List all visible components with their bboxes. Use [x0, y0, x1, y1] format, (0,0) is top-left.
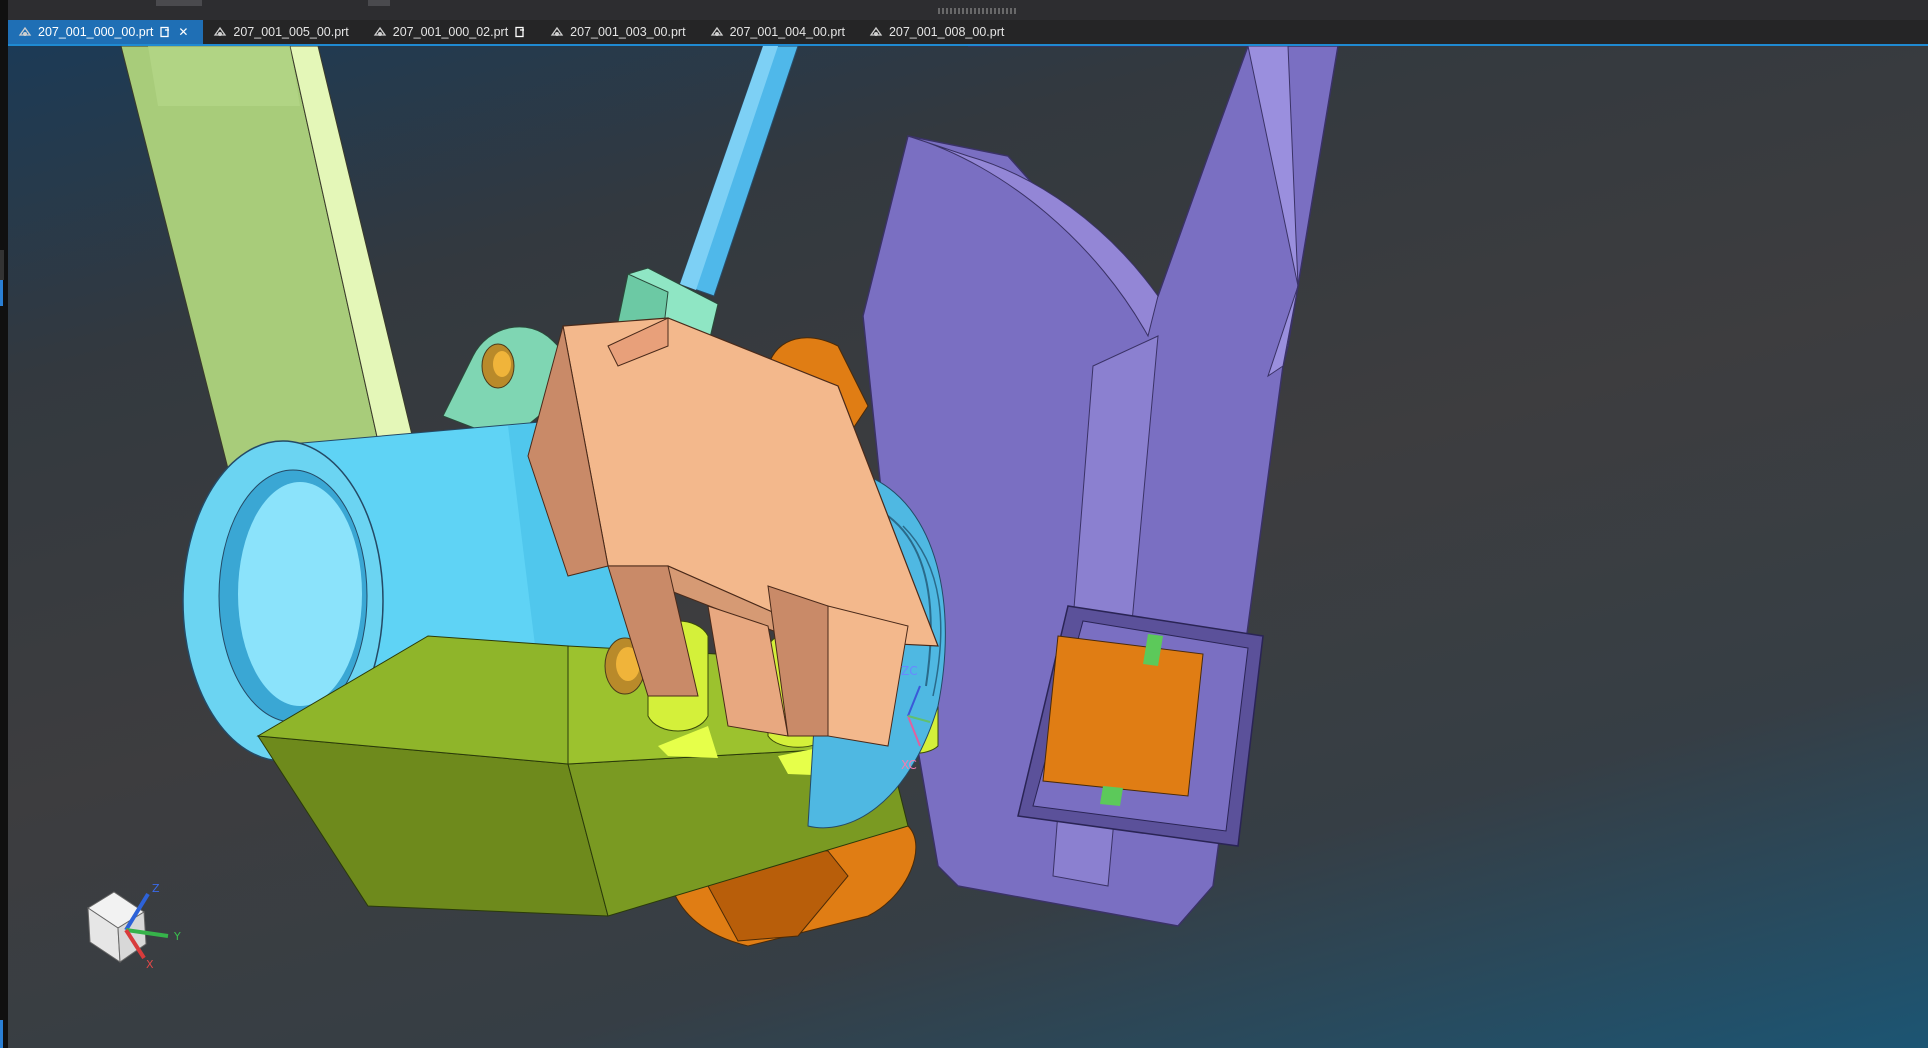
part-file-icon — [18, 26, 32, 36]
save-pending-icon — [159, 26, 171, 38]
toolbar-stub — [156, 0, 202, 6]
document-tab[interactable]: 207_001_004_00.prt — [700, 20, 859, 44]
part-file-icon — [550, 26, 564, 36]
document-tab[interactable]: 207_001_000_02.prt — [363, 20, 540, 44]
close-icon[interactable]: ✕ — [177, 26, 189, 38]
part-file-icon — [373, 26, 387, 36]
wcs-zc-label: ZC — [901, 664, 918, 678]
cad-window: 207_001_000_00.prt ✕ 207_001_005_00.prt 207… — [0, 0, 1928, 1048]
edge-marker — [0, 1020, 3, 1048]
tab-label: 207_001_004_00.prt — [729, 25, 845, 39]
part-file-icon — [869, 26, 883, 36]
blue-rod[interactable] — [679, 46, 799, 297]
view-orientation-triad[interactable]: Z Y X — [68, 854, 198, 994]
assembly-model[interactable] — [8, 46, 1928, 1048]
triad-z-label: Z — [152, 882, 160, 895]
save-pending-icon — [514, 26, 526, 38]
toolbar-stub — [368, 0, 390, 6]
triad-y-label: Y — [173, 930, 181, 943]
document-tab[interactable]: 207_001_005_00.prt — [203, 20, 362, 44]
purple-bracket[interactable] — [862, 46, 1339, 927]
document-tab[interactable]: 207_001_003_00.prt — [540, 20, 699, 44]
graphics-viewport[interactable]: ZC XC Z Y X — [8, 46, 1928, 1048]
left-edge-strip — [0, 0, 8, 1048]
document-tab[interactable]: 207_001_000_00.prt ✕ — [8, 20, 204, 44]
wcs-xc-label: XC — [901, 758, 917, 772]
tab-label: 207_001_008_00.prt — [888, 25, 1005, 39]
document-tab-strip: 207_001_000_00.prt ✕ 207_001_005_00.prt 207… — [8, 20, 1928, 46]
tab-label: 207_001_003_00.prt — [570, 25, 686, 39]
tab-label: 207_001_000_00.prt — [38, 25, 154, 39]
tab-label: 207_001_005_00.prt — [233, 25, 349, 39]
part-file-icon — [214, 26, 227, 36]
edge-marker — [0, 280, 3, 306]
part-file-icon — [710, 26, 723, 36]
triad-x-label: X — [146, 958, 154, 971]
document-tab[interactable]: 207_001_008_00.prt — [859, 20, 1018, 44]
tab-label: 207_001_000_02.prt — [392, 25, 509, 39]
resize-grip[interactable] — [938, 8, 1018, 14]
top-toolbar-strip — [8, 0, 1928, 20]
edge-marker — [0, 250, 4, 280]
